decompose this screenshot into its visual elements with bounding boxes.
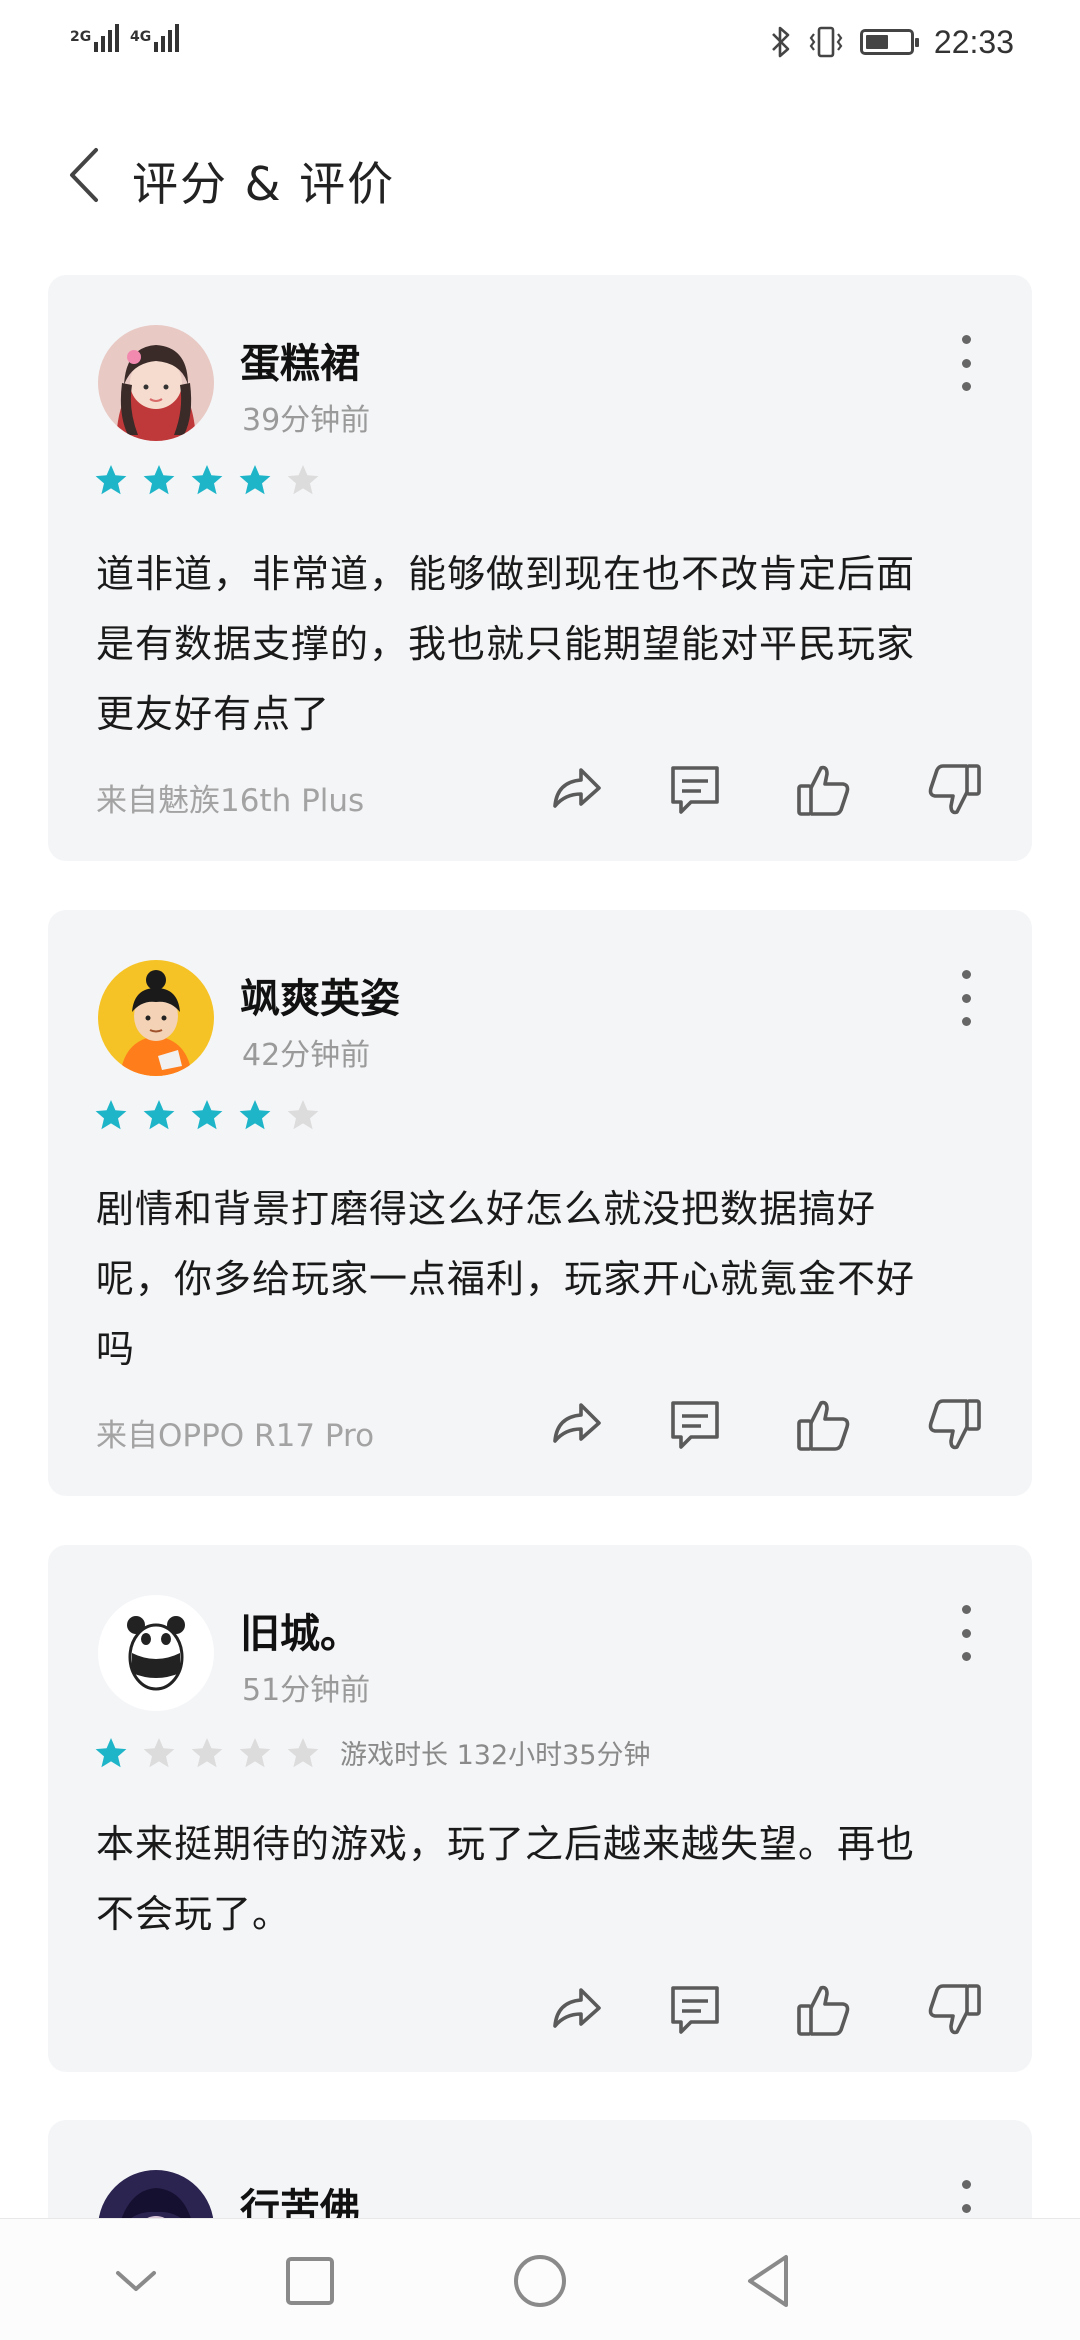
share-icon	[553, 768, 601, 808]
username[interactable]: 蛋糕裙	[240, 331, 360, 389]
thumbs-up-icon	[797, 765, 850, 816]
signal-icon: 4G	[130, 24, 182, 52]
thumbs-down-icon	[928, 1399, 981, 1450]
status-time: 22:33	[933, 23, 1014, 60]
star-empty-icon	[239, 1737, 271, 1767]
review-time: 42分钟前	[242, 1038, 371, 1073]
star-empty-icon	[143, 1737, 175, 1767]
review-text: 剧情和背景打磨得这么好怎么就没把数据搞好 呢，你多给玩家一点福利，玩家开心就氪金…	[96, 1174, 986, 1384]
review-text-line: 道非道，非常道，能够做到现在也不改肯定后面	[96, 552, 916, 596]
network-type-label: 4G	[130, 29, 152, 45]
network-type-label: 2G	[70, 29, 92, 45]
review-text-line: 不会玩了。	[96, 1892, 292, 1936]
like-button[interactable]	[793, 1395, 853, 1455]
star-filled-icon	[95, 1100, 127, 1130]
signal-icon: 2G	[70, 24, 122, 52]
nav-back-button[interactable]	[738, 2249, 802, 2313]
username[interactable]: 飒爽英姿	[240, 966, 400, 1024]
device-label: 来自OPPO R17 Pro	[96, 1418, 375, 1454]
dislike-button[interactable]	[925, 1395, 985, 1455]
star-filled-icon	[191, 465, 223, 495]
review-text: 道非道，非常道，能够做到现在也不改肯定后面 是有数据支撑的，我也就只能期望能对平…	[96, 539, 986, 749]
dislike-button[interactable]	[925, 760, 985, 820]
vibrate-icon	[809, 26, 843, 58]
star-filled-icon	[143, 1100, 175, 1130]
nav-home-button[interactable]	[508, 2249, 572, 2313]
review-card: 旧城。 51分钟前 游戏时长 132小时35分钟 本来挺期待的游戏，玩了之后越来…	[48, 1545, 1032, 2072]
avatar[interactable]	[98, 1595, 214, 1711]
chevron-left-icon	[70, 148, 98, 202]
star-filled-icon	[143, 465, 175, 495]
comment-button[interactable]	[665, 1980, 725, 2040]
share-button[interactable]	[545, 1395, 605, 1455]
star-rating: 游戏时长 132小时35分钟	[94, 1733, 650, 1772]
review-text-line: 吗	[96, 1327, 136, 1371]
share-button[interactable]	[545, 1980, 605, 2040]
thumbs-down-icon	[928, 1984, 981, 2035]
like-button[interactable]	[793, 1980, 853, 2040]
review-text-line: 更友好有点了	[96, 692, 331, 736]
battery-icon	[859, 29, 919, 55]
thumbs-down-icon	[928, 764, 981, 815]
star-filled-icon	[239, 1100, 271, 1130]
comment-icon	[671, 1401, 719, 1449]
review-text-line: 是有数据支撑的，我也就只能期望能对平民玩家	[96, 622, 916, 666]
star-empty-icon	[287, 465, 319, 495]
system-nav-bar	[0, 2218, 1080, 2340]
star-filled-icon	[191, 1100, 223, 1130]
star-empty-icon	[191, 1737, 223, 1767]
status-icons: 22:33	[770, 22, 1014, 62]
more-options-button[interactable]	[958, 970, 974, 1026]
review-text-line: 呢，你多给玩家一点福利，玩家开心就氪金不好	[96, 1257, 916, 1301]
avatar[interactable]	[98, 960, 214, 1076]
share-button[interactable]	[545, 760, 605, 820]
share-icon	[553, 1403, 601, 1443]
review-text-line: 剧情和背景打磨得这么好怎么就没把数据搞好	[96, 1187, 877, 1231]
thumbs-up-icon	[797, 1400, 850, 1451]
review-text-line: 本来挺期待的游戏，玩了之后越来越失望。再也	[96, 1822, 916, 1866]
star-empty-icon	[287, 1100, 319, 1130]
star-filled-icon	[95, 465, 127, 495]
bluetooth-icon	[772, 26, 790, 58]
star-rating	[94, 463, 334, 497]
comment-icon	[671, 766, 719, 814]
more-options-button[interactable]	[958, 335, 974, 391]
square-recents-icon	[286, 2257, 334, 2305]
review-text: 本来挺期待的游戏，玩了之后越来越失望。再也 不会玩了。	[96, 1809, 986, 1949]
device-label: 来自魅族16th Plus	[96, 783, 365, 819]
back-button[interactable]	[62, 142, 112, 208]
playtime-label: 游戏时长 132小时35分钟	[340, 1740, 651, 1771]
star-rating	[94, 1098, 334, 1132]
circle-home-icon	[514, 2255, 566, 2307]
star-filled-icon	[239, 465, 271, 495]
status-bar: 2G 4G 22:33	[0, 0, 1080, 90]
chevron-down-icon	[116, 2271, 156, 2291]
review-time: 39分钟前	[242, 403, 371, 438]
star-empty-icon	[287, 1737, 319, 1767]
comment-button[interactable]	[665, 1395, 725, 1455]
like-button[interactable]	[793, 760, 853, 820]
review-time: 51分钟前	[242, 1673, 371, 1708]
star-filled-icon	[95, 1737, 127, 1767]
comment-button[interactable]	[665, 760, 725, 820]
comment-icon	[671, 1986, 719, 2034]
dislike-button[interactable]	[925, 1980, 985, 2040]
review-card: 飒爽英姿 42分钟前 剧情和背景打磨得这么好怎么就没把数据搞好 呢，你多给玩家一…	[48, 910, 1032, 1496]
review-card: 蛋糕裙 39分钟前 道非道，非常道，能够做到现在也不改肯定后面 是有数据支撑的，…	[48, 275, 1032, 861]
avatar[interactable]	[98, 325, 214, 441]
thumbs-up-icon	[797, 1985, 850, 2036]
share-icon	[553, 1988, 601, 2028]
nav-collapse-button[interactable]	[104, 2249, 168, 2313]
nav-recents-button[interactable]	[278, 2249, 342, 2313]
username[interactable]: 旧城。	[240, 1601, 360, 1659]
app-header: 评分 & 评价	[0, 130, 1080, 220]
more-options-button[interactable]	[958, 1605, 974, 1661]
page-title: 评分 & 评价	[132, 157, 396, 211]
triangle-back-icon	[748, 2255, 788, 2307]
